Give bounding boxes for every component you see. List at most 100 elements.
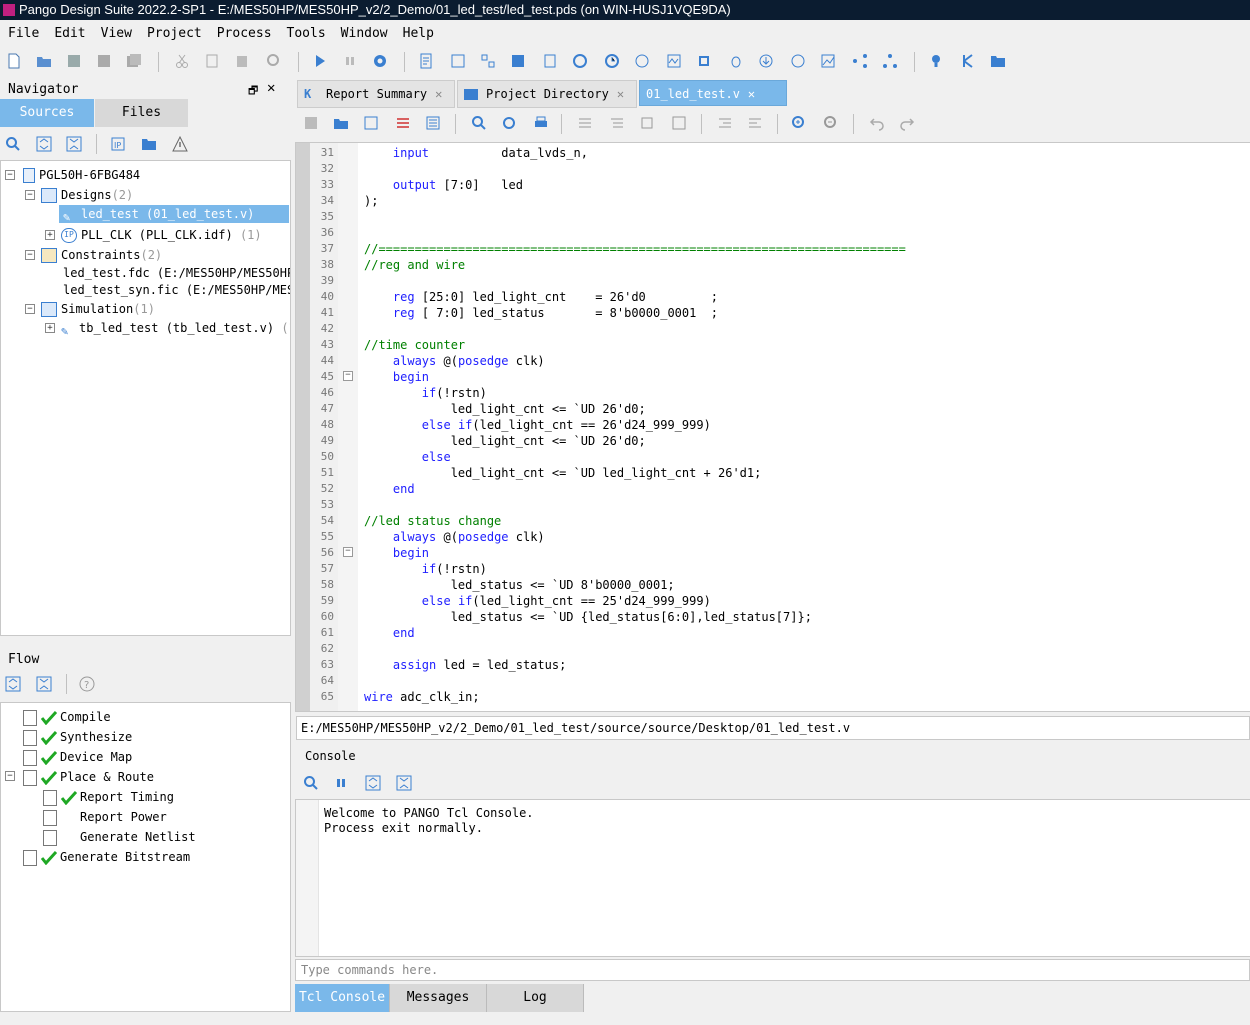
collapse-toggle[interactable]: − xyxy=(25,304,35,314)
zoom-in-icon[interactable] xyxy=(791,115,807,131)
menu-tools[interactable]: Tools xyxy=(279,22,333,42)
expand-all-icon[interactable] xyxy=(36,136,52,152)
collapse-toggle[interactable]: − xyxy=(5,170,15,180)
new-file-icon[interactable] xyxy=(6,53,22,69)
schematic-icon[interactable] xyxy=(450,53,466,69)
chip-icon[interactable] xyxy=(696,53,712,69)
zoom-out-icon[interactable] xyxy=(823,115,839,131)
uncomment-icon[interactable] xyxy=(639,115,655,131)
expand-toggle[interactable]: + xyxy=(45,230,55,240)
tree-design-led-test[interactable]: ✎ led_test (01_led_test.v) xyxy=(59,205,289,224)
open-icon[interactable] xyxy=(333,115,349,131)
menu-help[interactable]: Help xyxy=(395,22,441,42)
help-icon[interactable]: ? xyxy=(79,676,95,692)
menu-file[interactable]: File xyxy=(0,22,46,42)
flow-item-synthesize[interactable]: Synthesize xyxy=(23,727,132,747)
expand-toggle[interactable]: + xyxy=(45,323,55,333)
pause-icon[interactable] xyxy=(342,53,358,69)
waveform-icon[interactable] xyxy=(666,53,682,69)
timing-icon[interactable] xyxy=(604,53,620,69)
folder-icon[interactable] xyxy=(990,53,1006,69)
flow-item-report-power[interactable]: Report Power xyxy=(43,807,167,827)
find-icon[interactable] xyxy=(266,53,282,69)
tree-design-pll-clk[interactable]: IP PLL_CLK (PLL_CLK.idf) (1) xyxy=(61,226,262,244)
flow-item-compile[interactable]: Compile xyxy=(23,707,111,727)
settings-gear-icon[interactable] xyxy=(372,53,388,69)
download-icon[interactable] xyxy=(758,53,774,69)
tip-bulb-icon[interactable] xyxy=(928,53,944,69)
copy-icon[interactable] xyxy=(204,53,220,69)
tree-constraint-fdc[interactable]: led_test.fdc (E:/MES50HP/MES50HP_ xyxy=(63,264,290,282)
undo-icon[interactable] xyxy=(869,115,885,131)
tab-report-summary[interactable]: K Report Summary ✕ xyxy=(297,80,455,108)
save-icon[interactable] xyxy=(303,115,319,131)
refresh-icon[interactable] xyxy=(572,53,588,69)
collapse-toggle[interactable]: − xyxy=(25,190,35,200)
paste-icon[interactable] xyxy=(234,53,250,69)
save-file-icon[interactable] xyxy=(363,115,379,131)
fold-toggle[interactable]: − xyxy=(343,371,353,381)
report-icon[interactable] xyxy=(418,53,434,69)
tab-log[interactable]: Log xyxy=(487,984,584,1012)
netlist-view-icon[interactable] xyxy=(510,53,526,69)
expand-all-icon[interactable] xyxy=(5,676,21,692)
flow-item-device-map[interactable]: Device Map xyxy=(23,747,132,767)
code-editor[interactable]: 31 32 33 34 35 36 37 38 39 40 41 42 43 44 45 46 47 48 49 50… xyxy=(295,142,1250,712)
save-icon[interactable] xyxy=(66,53,82,69)
search-icon[interactable] xyxy=(471,115,487,131)
save-all-icon[interactable] xyxy=(126,53,142,69)
tab-01-led-test[interactable]: 01_led_test.v ✕ xyxy=(639,80,787,106)
tcl-command-input[interactable]: Type commands here. xyxy=(295,959,1250,981)
tab-project-directory[interactable]: Project Directory ✕ xyxy=(457,80,637,108)
menu-process[interactable]: Process xyxy=(209,22,279,42)
collapse-toggle[interactable]: − xyxy=(5,771,15,781)
tab-files[interactable]: Files xyxy=(95,99,188,127)
tab-sources[interactable]: Sources xyxy=(0,99,94,127)
close-tab-icon[interactable]: ✕ xyxy=(617,81,624,107)
indent-icon[interactable] xyxy=(717,115,733,131)
comment-icon[interactable] xyxy=(609,115,625,131)
align-icon[interactable] xyxy=(577,115,593,131)
print-icon[interactable] xyxy=(533,115,549,131)
close-panel-icon[interactable]: ✕ xyxy=(267,80,275,96)
flow-item-generate-bitstream[interactable]: Generate Bitstream xyxy=(23,847,190,867)
search-icon[interactable] xyxy=(5,136,21,152)
flow-item-generate-netlist[interactable]: Generate Netlist xyxy=(43,827,196,847)
pango-logo-icon[interactable] xyxy=(960,53,976,69)
menu-project[interactable]: Project xyxy=(139,22,209,42)
tree-sim-tb-led-test[interactable]: ✎tb_led_test (tb_led_test.v) (1 xyxy=(61,319,290,338)
fold-toggle[interactable]: − xyxy=(343,547,353,557)
tree-constraints[interactable]: Constraints(2) xyxy=(41,246,162,264)
tab-messages[interactable]: Messages xyxy=(390,984,487,1012)
template-icon[interactable] xyxy=(425,115,441,131)
power-icon[interactable] xyxy=(634,53,650,69)
pause-icon[interactable] xyxy=(333,775,349,791)
cut-icon[interactable] xyxy=(174,53,190,69)
console-output[interactable]: Welcome to PANGO Tcl Console. Process ex… xyxy=(295,799,1250,957)
tree-designs[interactable]: Designs(2) xyxy=(41,186,133,204)
hierarchy-icon[interactable] xyxy=(852,53,868,69)
menu-window[interactable]: Window xyxy=(333,22,395,42)
collapse-all-icon[interactable] xyxy=(36,676,52,692)
tree-simulation[interactable]: Simulation(1) xyxy=(41,300,155,318)
flow-item-place-route[interactable]: Place & Route xyxy=(23,767,154,787)
redo-icon[interactable] xyxy=(899,115,915,131)
collapse-toggle[interactable]: − xyxy=(25,250,35,260)
tab-tcl-console[interactable]: Tcl Console xyxy=(295,984,390,1012)
constraint-editor-icon[interactable] xyxy=(542,53,558,69)
replace-icon[interactable] xyxy=(501,115,517,131)
open-project-icon[interactable] xyxy=(36,53,52,69)
rtl-view-icon[interactable] xyxy=(480,53,496,69)
flow-item-report-timing[interactable]: Report Timing xyxy=(43,787,174,807)
tree-constraint-fic[interactable]: led_test_syn.fic (E:/MES50HP/MES5 xyxy=(63,281,290,299)
collapse-all-icon[interactable] xyxy=(396,775,412,791)
menu-edit[interactable]: Edit xyxy=(46,22,92,42)
close-tab-icon[interactable]: ✕ xyxy=(435,81,442,107)
menu-view[interactable]: View xyxy=(93,22,139,42)
analyzer-icon[interactable] xyxy=(820,53,836,69)
search-icon[interactable] xyxy=(303,775,319,791)
collapse-all-icon[interactable] xyxy=(66,136,82,152)
outdent-icon[interactable] xyxy=(747,115,763,131)
warning-icon[interactable] xyxy=(172,136,188,152)
restore-panel-icon[interactable]: 🗗 xyxy=(248,82,258,101)
